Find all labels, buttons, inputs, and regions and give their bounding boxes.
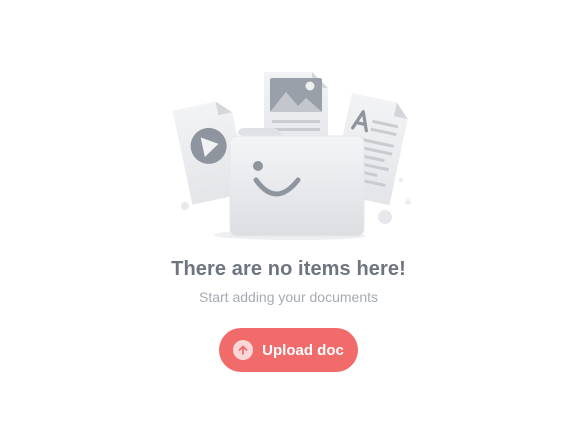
empty-documents-illustration [160,62,430,252]
upload-doc-button[interactable]: Upload doc [219,328,358,372]
smiling-folder-icon [226,128,366,240]
empty-state: There are no items here! Start adding yo… [0,0,577,433]
empty-state-subtitle: Start adding your documents [199,289,378,305]
upload-arrow-icon [233,340,254,360]
upload-doc-button-label: Upload doc [262,341,344,359]
empty-state-title: There are no items here! [171,258,406,280]
